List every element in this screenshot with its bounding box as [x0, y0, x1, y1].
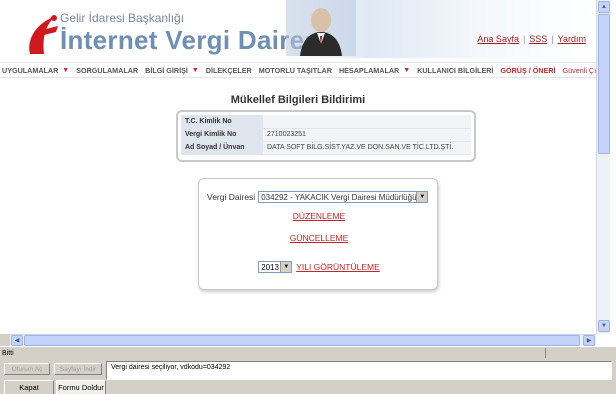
link-yardim[interactable]: Yardım [558, 34, 586, 44]
ad-soyad-label: Ad Soyad / Ünvan [181, 141, 263, 155]
ataturk-portrait-icon [286, 0, 356, 56]
menu-dilekceler[interactable]: DİLEKÇELER [206, 66, 252, 75]
top-links: Ana Sayfa | SSS | Yardım [477, 34, 586, 44]
scroll-right-icon[interactable]: ▶ [583, 335, 595, 346]
horizontal-scrollbar[interactable]: ◀ ▶ [10, 334, 596, 346]
menu-label: UYGULAMALAR [2, 65, 59, 75]
menu-label: KULLANICI BİLGİLERİ [417, 65, 494, 75]
link-sss[interactable]: SSS [529, 34, 547, 44]
year-row: 2013 ▼ YILI GÖRÜNTÜLEME [199, 261, 439, 273]
tax-office-panel: Vergi Dairesi 034292 - YAKACIK Vergi Dai… [198, 178, 438, 290]
menu-label: BİLGİ GİRİŞİ [145, 65, 188, 75]
brand-subtitle: Gelir İdaresi Başkanlığı [60, 11, 185, 25]
menu-sorgulamalar[interactable]: SORGULAMALAR [76, 66, 138, 75]
chevron-down-icon: ▼ [191, 66, 199, 74]
taxpayer-info-table: T.C. Kimlik No Vergi Kimlik No 271002325… [181, 115, 471, 155]
status-bar: Bitti [0, 346, 616, 360]
menu-label: DİLEKÇELER [205, 65, 252, 75]
sayfayi-indir-button[interactable]: Sayfayı İndir [54, 363, 102, 375]
menu-uygulamalar[interactable]: UYGULAMALAR ▼ [2, 66, 69, 75]
message-box: Vergi dairesi seçiliyor, vdkodu=034292 [106, 361, 612, 380]
tab-kapat[interactable]: Kapat [4, 380, 54, 394]
scroll-left-icon[interactable]: ◀ [11, 335, 23, 346]
browser-frame: Gelir İdaresi Başkanlığı İnternet Vergi … [0, 0, 616, 394]
chevron-down-icon: ▼ [403, 66, 411, 74]
tax-office-row: Vergi Dairesi 034292 - YAKACIK Vergi Dai… [207, 191, 429, 203]
tax-office-selected: 034292 - YAKACIK Vergi Dairesi Müdürlüğü [261, 192, 417, 202]
main-content: Mükellef Bilgileri Bildirimi T.C. Kimlik… [0, 80, 596, 334]
separator: | [551, 34, 554, 44]
menu-label: HESAPLAMALAR [338, 65, 400, 75]
scrollbar-corner [0, 334, 10, 346]
vertical-scroll-thumb[interactable] [598, 14, 610, 154]
tax-office-select[interactable]: 034292 - YAKACIK Vergi Dairesi Müdürlüğü… [258, 191, 429, 203]
separator: | [522, 34, 526, 44]
vergi-kimlik-label: Vergi Kimlik No [181, 128, 263, 142]
ad-soyad-value: DATA SOFT BİLG.SİST.YAZ.VE DON.SAN.VE Tİ… [263, 141, 471, 155]
guncelleme-link[interactable]: GÜNCELLEME [199, 233, 439, 243]
tc-kimlik-value [263, 115, 471, 129]
table-row: Ad Soyad / Ünvan DATA SOFT BİLG.SİST.YAZ… [181, 141, 471, 155]
horizontal-scroll-thumb[interactable] [24, 335, 580, 346]
menu-motorlu-tasitlar[interactable]: MOTORLU TAŞITLAR [259, 66, 332, 75]
tc-kimlik-label: T.C. Kimlik No [181, 115, 263, 129]
year-selected: 2013 [261, 262, 279, 272]
bottom-panel: Oturum Aç Sayfayı İndir Vergi dairesi se… [0, 360, 616, 394]
menu-label: SORGULAMALAR [76, 65, 139, 75]
main-menu: UYGULAMALAR ▼ SORGULAMALAR BİLGİ GİRİŞİ ▼ … [0, 62, 605, 78]
status-divider [545, 348, 546, 358]
menu-kullanici-bilgileri[interactable]: KULLANICI BİLGİLERİ [417, 66, 493, 75]
table-row: Vergi Kimlik No 2710023251 [181, 128, 471, 142]
tax-office-label: Vergi Dairesi [207, 192, 256, 202]
year-view-link[interactable]: YILI GÖRÜNTÜLEME [296, 262, 380, 272]
dropdown-arrow-icon[interactable]: ▼ [280, 262, 292, 272]
duzenleme-link[interactable]: DÜZENLEME [199, 211, 439, 221]
dropdown-arrow-icon[interactable]: ▼ [416, 192, 428, 202]
chevron-down-icon: ▼ [62, 66, 70, 74]
scroll-down-icon[interactable]: ▼ [598, 320, 610, 332]
status-text: Bitti [2, 350, 14, 357]
site-header: Gelir İdaresi Başkanlığı İnternet Vergi … [0, 0, 596, 62]
menu-bilgi-girisi[interactable]: BİLGİ GİRİŞİ ▼ [145, 66, 199, 75]
menu-label: GÖRÜŞ / ÖNERİ [500, 65, 556, 75]
oturum-ac-button[interactable]: Oturum Aç [4, 363, 50, 375]
menu-gorus-oneri[interactable]: GÖRÜŞ / ÖNERİ [500, 66, 555, 75]
vertical-scrollbar[interactable]: ▲ ▼ [596, 0, 610, 334]
link-ana-sayfa[interactable]: Ana Sayfa [477, 34, 519, 44]
page-title: Mükellef Bilgileri Bildirimi [230, 94, 366, 106]
year-select[interactable]: 2013 ▼ [258, 261, 293, 273]
menu-hesaplamalar[interactable]: HESAPLAMALAR ▼ [339, 66, 410, 75]
menu-label: MOTORLU TAŞITLAR [258, 65, 332, 75]
vergi-kimlik-value: 2710023251 [263, 128, 471, 142]
taxpayer-info-box: T.C. Kimlik No Vergi Kimlik No 271002325… [176, 110, 476, 162]
table-row: T.C. Kimlik No [181, 115, 471, 129]
scroll-up-icon[interactable]: ▲ [598, 1, 610, 13]
tab-formu-doldur[interactable]: Formu Doldur [56, 380, 106, 394]
